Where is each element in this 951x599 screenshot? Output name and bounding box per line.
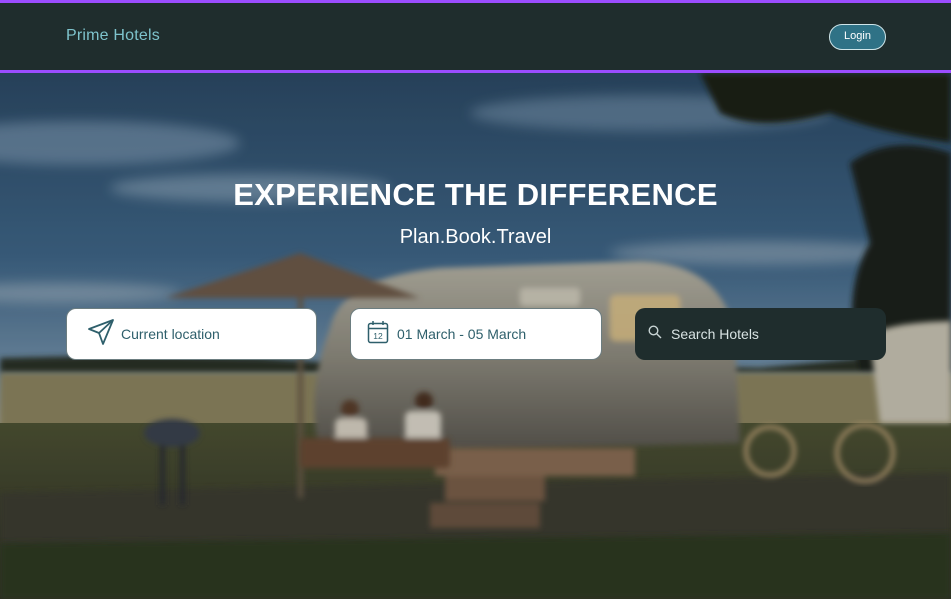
hero-headline: EXPERIENCE THE DIFFERENCE [233,177,718,212]
calendar-icon: 12 [367,320,389,349]
brand-logo-text[interactable]: Prime Hotels [66,27,160,45]
date-range-field[interactable]: 12 01 March - 05 March [350,308,602,360]
search-icon [648,324,662,344]
date-range-label: 01 March - 05 March [397,326,527,342]
login-button[interactable]: Login [829,24,886,50]
paper-plane-icon [87,318,115,351]
hero-tagline: Plan.Book.Travel [399,226,552,248]
location-field[interactable]: Current location [66,308,317,360]
search-hotels-button[interactable]: Search Hotels [635,308,886,360]
hero-section: EXPERIENCE THE DIFFERENCE Plan.Book.Trav… [0,73,951,599]
calendar-day-number: 12 [373,331,383,341]
location-label: Current location [121,326,220,342]
search-hotels-label: Search Hotels [671,326,759,342]
top-nav-bar: Prime Hotels Login [0,0,951,73]
